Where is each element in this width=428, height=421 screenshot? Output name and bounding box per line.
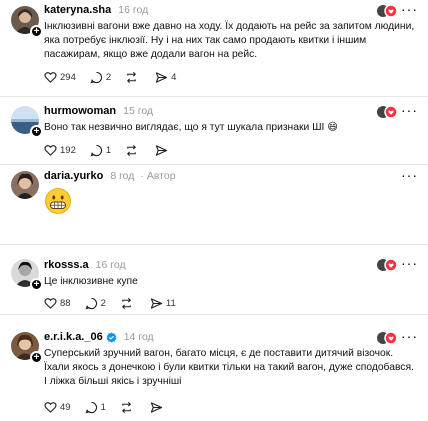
share-count: 11 <box>165 297 176 309</box>
post-header: e.r.i.k.a._06 14 год <box>44 329 154 345</box>
share-icon <box>150 401 163 413</box>
share-button[interactable] <box>150 401 166 414</box>
comment-button[interactable]: 2 <box>85 297 106 310</box>
post-text: Суперський зручний вагон, багато місця, … <box>44 348 414 387</box>
repost-icon <box>127 71 137 83</box>
share-icon <box>155 71 168 83</box>
post-actions: 192 1 <box>44 143 185 157</box>
like-button[interactable]: 294 <box>44 71 76 84</box>
post-header: hurmowoman 15 год <box>44 103 153 119</box>
timestamp: 16 год <box>95 259 126 271</box>
heart-icon <box>44 401 57 413</box>
username[interactable]: rkosss.a <box>44 259 89 271</box>
reply-count: 1 <box>100 401 106 413</box>
share-button[interactable] <box>155 144 171 157</box>
comment-icon <box>90 71 102 83</box>
share-icon <box>150 297 163 309</box>
avatar[interactable]: + <box>11 259 43 291</box>
comment-button[interactable]: 2 <box>90 71 111 84</box>
more-icon[interactable]: ··· <box>401 168 418 182</box>
follow-plus-icon[interactable]: + <box>30 278 43 291</box>
username[interactable]: kateryna.sha <box>44 4 111 16</box>
heart-icon <box>44 144 57 156</box>
reply-count: 2 <box>100 297 106 309</box>
repost-button[interactable] <box>125 144 141 157</box>
repost-button[interactable] <box>125 71 141 84</box>
reaction-avatars <box>377 4 398 18</box>
post-text: Інклюзивні вагони вже давно на ходу. Їх … <box>44 21 415 60</box>
like-button[interactable]: 192 <box>44 144 76 157</box>
timestamp: 16 год <box>118 4 149 16</box>
timestamp: 14 год <box>123 331 154 343</box>
comment-button[interactable]: 1 <box>90 144 111 157</box>
post-text: Воно так незвично виглядає, що я тут шук… <box>44 122 338 133</box>
like-count: 192 <box>60 144 76 156</box>
username[interactable]: e.r.i.k.a._06 <box>44 331 103 343</box>
post-actions: 88 2 11 <box>44 296 190 310</box>
avatar[interactable]: + <box>11 106 43 138</box>
reply-post: + hurmowoman 15 год ··· Воно так незвичн… <box>0 97 428 165</box>
comment-icon <box>85 401 97 413</box>
like-button[interactable]: 88 <box>44 297 71 310</box>
like-count: 294 <box>60 71 76 83</box>
more-icon[interactable]: ··· <box>401 2 418 16</box>
timestamp: 8 год <box>110 170 135 182</box>
follow-plus-icon[interactable]: + <box>30 125 43 138</box>
more-icon[interactable]: ··· <box>401 329 418 343</box>
grinning-emoji-icon <box>45 188 71 214</box>
share-count: 4 <box>171 71 177 83</box>
post-header: daria.yurko 8 год · Автор <box>44 168 176 184</box>
post-text: Це інклюзивне купе <box>44 276 138 287</box>
comment-button[interactable]: 1 <box>85 401 106 414</box>
repost-button[interactable] <box>120 297 136 310</box>
follow-plus-icon[interactable]: + <box>30 25 43 38</box>
repost-button[interactable] <box>120 401 136 414</box>
reaction-avatars <box>377 258 398 272</box>
like-button[interactable]: 49 <box>44 401 71 414</box>
username[interactable]: hurmowoman <box>44 105 116 117</box>
repost-icon <box>121 401 131 413</box>
reply-post: + kateryna.sha 16 год ··· Інклюзивні ваг… <box>0 0 428 97</box>
replies-feed: + kateryna.sha 16 год ··· Інклюзивні ваг… <box>0 0 428 421</box>
timestamp: 15 год <box>123 105 154 117</box>
post-actions: 49 1 <box>44 400 180 414</box>
more-icon[interactable]: ··· <box>401 103 418 117</box>
reply-count: 2 <box>105 71 112 83</box>
reply-post: daria.yurko 8 год · Автор ··· <box>0 165 428 245</box>
post-actions: 294 2 4 <box>44 70 190 84</box>
like-count: 49 <box>60 401 71 413</box>
reply-post: + e.r.i.k.a._06 14 год ··· Суперський зр… <box>0 315 428 421</box>
reaction-avatars <box>377 331 398 345</box>
like-count: 88 <box>60 297 71 309</box>
avatar[interactable]: + <box>11 332 43 364</box>
author-badge: · Автор <box>140 170 176 182</box>
heart-icon <box>44 297 57 309</box>
share-button[interactable]: 11 <box>150 297 176 310</box>
more-icon[interactable]: ··· <box>401 256 418 270</box>
username[interactable]: daria.yurko <box>44 170 103 182</box>
comment-icon <box>85 297 97 309</box>
repost-icon <box>121 297 131 309</box>
reply-count: 1 <box>105 144 112 156</box>
heart-icon <box>44 71 57 83</box>
repost-icon <box>127 144 137 156</box>
reaction-avatars <box>377 105 398 119</box>
share-icon <box>155 144 168 156</box>
follow-plus-icon[interactable]: + <box>30 351 43 364</box>
post-header: rkosss.a 16 год <box>44 257 126 273</box>
verified-icon <box>106 331 116 343</box>
avatar[interactable]: + <box>11 6 43 38</box>
post-header: kateryna.sha 16 год <box>44 2 148 18</box>
avatar[interactable] <box>11 171 39 199</box>
comment-icon <box>90 144 102 156</box>
reply-post: + rkosss.a 16 год ··· Це інклюзивне купе… <box>0 245 428 315</box>
share-button[interactable]: 4 <box>155 71 176 84</box>
